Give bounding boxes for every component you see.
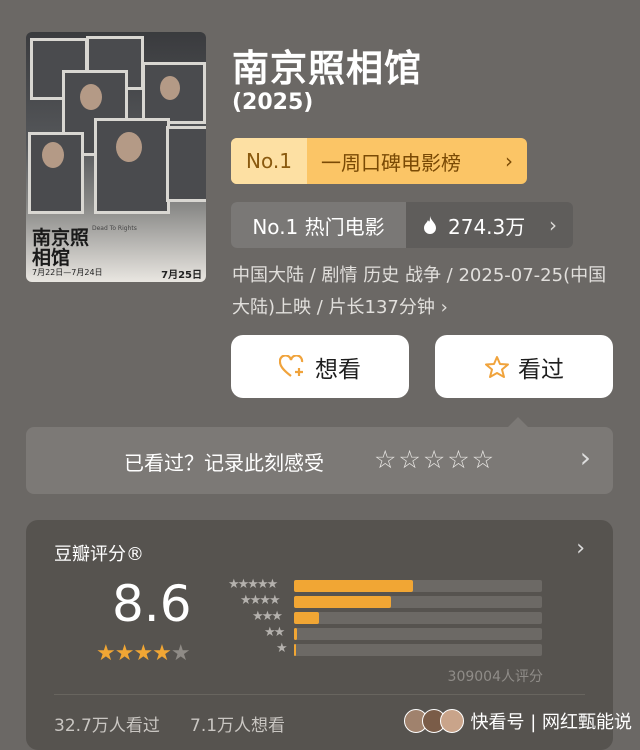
rating-dist-row: ★ bbox=[224, 641, 544, 656]
rating-dist-track bbox=[294, 596, 542, 608]
movie-meta-info[interactable]: 中国大陆 / 剧情 历史 战争 / 2025-07-25(中国大陆)上映 / 片… bbox=[232, 260, 612, 324]
chevron-right-icon: › bbox=[549, 213, 557, 237]
chevron-right-icon: › bbox=[505, 149, 513, 173]
rating-dist-row: ★★ bbox=[224, 625, 544, 640]
rating-score: 8.6 bbox=[112, 575, 192, 633]
rating-dist-track bbox=[294, 628, 542, 640]
star-outline-icon bbox=[485, 355, 509, 378]
heart-plus-icon bbox=[279, 354, 304, 377]
watched-count: 32.7万人看过 bbox=[54, 716, 160, 736]
divider bbox=[54, 694, 585, 695]
hot-rank-heat: 274.3万 bbox=[448, 214, 526, 239]
watermark: 快看号 | 网红甄能说 bbox=[404, 708, 632, 734]
poster-face bbox=[160, 76, 180, 100]
rating-dist-row: ★★★★★ bbox=[224, 577, 544, 592]
rating-dist-stars: ★★★ bbox=[252, 609, 283, 624]
rating-dist-track bbox=[294, 644, 542, 656]
poster-title: 南京照相馆 bbox=[32, 227, 90, 269]
flame-icon bbox=[424, 216, 436, 234]
rating-dist-fill bbox=[294, 628, 297, 640]
poster-face bbox=[116, 132, 142, 162]
rating-dist-fill bbox=[294, 644, 296, 656]
movie-year: (2025) bbox=[232, 90, 314, 115]
score-stars-full: ★★★★ bbox=[96, 641, 172, 666]
poster-release: 7月25日 bbox=[161, 270, 202, 281]
hot-rank-badge[interactable]: No.1 热门电影 274.3万 › bbox=[231, 202, 573, 248]
rating-dist-stars: ★ bbox=[276, 641, 288, 656]
rating-dist-stars: ★★★★★ bbox=[228, 577, 278, 592]
rating-dist-fill bbox=[294, 580, 414, 592]
weekly-rank-label: No.1 bbox=[231, 138, 307, 184]
poster-photo bbox=[166, 126, 206, 202]
record-feeling-text: 已看过？记录此刻感受 bbox=[124, 451, 324, 475]
rating-dist-track bbox=[294, 580, 542, 592]
poster-dates: 7月22日—7月24日 bbox=[32, 268, 103, 277]
weekly-rank-text: 一周口碑电影榜 bbox=[321, 150, 461, 175]
poster-face bbox=[80, 84, 102, 110]
rating-dist-fill bbox=[294, 612, 319, 624]
rating-dist-stars: ★★★★ bbox=[240, 593, 281, 608]
rating-dist-row: ★★★★ bbox=[224, 593, 544, 608]
rating-dist-row: ★★★ bbox=[224, 609, 544, 624]
rating-dist-track bbox=[294, 612, 542, 624]
rating-count: 309004人评分 bbox=[447, 669, 543, 685]
movie-poster[interactable]: 南京照相馆 Dead To Rights 7月22日—7月24日 7月25日 bbox=[26, 32, 206, 282]
movie-title: 南京照相馆 bbox=[232, 47, 422, 90]
want-to-watch-label: 想看 bbox=[315, 356, 361, 383]
watched-button[interactable]: 看过 bbox=[435, 335, 613, 398]
wanted-count: 7.1万人想看 bbox=[190, 716, 286, 736]
hot-rank-label: No.1 热门电影 bbox=[231, 202, 406, 248]
chevron-right-icon: › bbox=[579, 441, 591, 474]
pointer-arrow bbox=[508, 417, 528, 427]
record-feeling-bar[interactable]: 已看过？记录此刻感受 ☆☆☆☆☆ › bbox=[26, 417, 613, 494]
rating-dist-fill bbox=[294, 596, 391, 608]
avatar bbox=[440, 709, 465, 733]
rating-stars-input[interactable]: ☆☆☆☆☆ bbox=[374, 445, 496, 474]
want-to-watch-button[interactable]: 想看 bbox=[231, 335, 409, 398]
rating-dist-stars: ★★ bbox=[264, 625, 285, 640]
weekly-rank-badge[interactable]: No.1 一周口碑电影榜 › bbox=[231, 138, 527, 184]
chevron-right-icon: › bbox=[576, 536, 585, 561]
poster-face bbox=[42, 142, 64, 168]
watched-label: 看过 bbox=[518, 356, 564, 383]
score-stars: ★★★★★ bbox=[96, 641, 191, 666]
rating-header: 豆瓣评分® bbox=[54, 544, 144, 565]
score-stars-half: ★ bbox=[170, 641, 191, 666]
poster-subtitle: Dead To Rights bbox=[92, 225, 137, 232]
watermark-text: 快看号 | 网红甄能说 bbox=[470, 712, 632, 733]
